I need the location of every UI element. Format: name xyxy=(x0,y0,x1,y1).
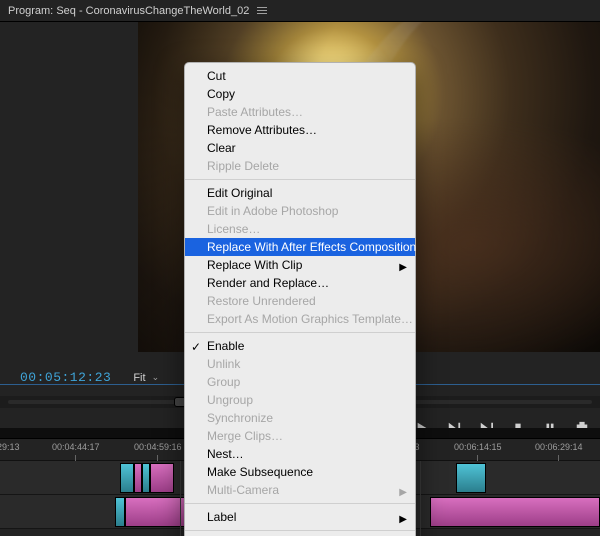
premiere-ui: Program: Seq - CoronavirusChangeTheWorld… xyxy=(0,0,600,536)
menu-item-label: Multi-Camera xyxy=(207,483,279,497)
menu-item-label: Paste Attributes… xyxy=(207,105,303,119)
menu-item-clear[interactable]: Clear xyxy=(185,139,415,157)
timeline-clip[interactable] xyxy=(120,463,134,493)
menu-item-restore-unrendered: Restore Unrendered xyxy=(185,292,415,310)
menu-item-make-subsequence[interactable]: Make Subsequence xyxy=(185,463,415,481)
menu-item-ungroup: Ungroup xyxy=(185,391,415,409)
timeline-clip[interactable] xyxy=(134,463,142,493)
menu-item-unlink: Unlink xyxy=(185,355,415,373)
menu-item-label: Nest… xyxy=(207,447,244,461)
menu-item-label: Copy xyxy=(207,87,235,101)
menu-item-merge-clips: Merge Clips… xyxy=(185,427,415,445)
menu-item-label: Edit Original xyxy=(207,186,272,200)
program-label: Program: xyxy=(8,5,53,17)
menu-item-label: Clear xyxy=(207,141,236,155)
menu-item-cut[interactable]: Cut xyxy=(185,67,415,85)
time-tick: 00:04:44:17 xyxy=(52,439,100,461)
menu-item-remove-attributes[interactable]: Remove Attributes… xyxy=(185,121,415,139)
menu-item-edit-original[interactable]: Edit Original xyxy=(185,184,415,202)
menu-item-ripple-delete: Ripple Delete xyxy=(185,157,415,175)
menu-item-replace-with-after-effects-composition[interactable]: Replace With After Effects Composition xyxy=(185,238,415,256)
menu-item-render-and-replace[interactable]: Render and Replace… xyxy=(185,274,415,292)
menu-item-enable[interactable]: ✓ Enable xyxy=(185,337,415,355)
timeline-clip[interactable] xyxy=(150,463,174,493)
sequence-name: Seq - CoronavirusChangeTheWorld_02 xyxy=(56,5,249,17)
menu-item-label: Export As Motion Graphics Template… xyxy=(207,312,413,326)
check-icon: ✓ xyxy=(191,338,201,356)
menu-item-multi-camera: Multi-Camera ▶ xyxy=(185,481,415,499)
menu-item-label[interactable]: Label ▶ xyxy=(185,508,415,526)
menu-item-label: Cut xyxy=(207,69,226,83)
menu-item-replace-with-clip[interactable]: Replace With Clip▶ xyxy=(185,256,415,274)
submenu-arrow-icon: ▶ xyxy=(399,511,407,529)
time-tick-label: 00:04:44:17 xyxy=(52,439,100,452)
menu-item-copy[interactable]: Copy xyxy=(185,85,415,103)
time-tick-label: 00:06:14:15 xyxy=(454,439,502,452)
menu-item-synchronize: Synchronize xyxy=(185,409,415,427)
menu-separator xyxy=(185,179,415,180)
menu-separator xyxy=(185,503,415,504)
menu-item-label: Group xyxy=(207,375,240,389)
timeline-clip[interactable] xyxy=(125,497,185,527)
menu-item-label: Merge Clips… xyxy=(207,429,283,443)
clip-context-menu[interactable]: Cut Copy Paste Attributes… Remove Attribute… xyxy=(184,62,416,536)
menu-item-label: Replace With Clip xyxy=(207,258,302,272)
menu-item-label: Edit in Adobe Photoshop xyxy=(207,204,338,218)
zoom-fit-dropdown[interactable]: Fit ⌄ xyxy=(133,372,159,384)
timeline-clip[interactable] xyxy=(430,497,600,527)
menu-item-label: License… xyxy=(207,222,260,236)
menu-item-label: Unlink xyxy=(207,357,240,371)
time-tick-label: 00:04:59:16 xyxy=(134,439,182,452)
time-tick-label: 00:06:29:14 xyxy=(535,439,583,452)
time-tick: 00:06:29:14 xyxy=(535,439,583,461)
chevron-down-icon: ⌄ xyxy=(152,372,160,383)
timeline-clip[interactable] xyxy=(115,497,125,527)
menu-item-paste-attributes: Paste Attributes… xyxy=(185,103,415,121)
menu-item-label: Label xyxy=(207,510,236,524)
menu-item-label: Remove Attributes… xyxy=(207,123,317,137)
time-tick: 00:06:14:15 xyxy=(454,439,502,461)
menu-item-edit-in-adobe-photoshop: Edit in Adobe Photoshop xyxy=(185,202,415,220)
time-tick: 00:04:29:13 xyxy=(0,439,20,461)
zoom-fit-label: Fit xyxy=(133,372,145,384)
menu-item-license: License… xyxy=(185,220,415,238)
submenu-arrow-icon: ▶ xyxy=(399,484,407,502)
time-tick: 00:04:59:16 xyxy=(134,439,182,461)
panel-edge xyxy=(180,461,181,536)
menu-separator xyxy=(185,530,415,531)
menu-separator xyxy=(185,332,415,333)
menu-item-label: Enable xyxy=(207,339,244,353)
menu-item-label: Ripple Delete xyxy=(207,159,279,173)
menu-item-export-as-motion-graphics-template: Export As Motion Graphics Template… xyxy=(185,310,415,328)
menu-item-group: Group xyxy=(185,373,415,391)
panel-menu-icon[interactable] xyxy=(257,7,267,14)
menu-item-label: Restore Unrendered xyxy=(207,294,316,308)
timeline-clip[interactable] xyxy=(456,463,486,493)
menu-item-label: Make Subsequence xyxy=(207,465,313,479)
menu-item-label: Ungroup xyxy=(207,393,253,407)
time-tick-label: 00:04:29:13 xyxy=(0,439,20,452)
playhead-timecode[interactable]: 00:05:12:23 xyxy=(20,370,111,385)
menu-item-label: Replace With After Effects Composition xyxy=(207,240,416,254)
timeline-clip[interactable] xyxy=(142,463,150,493)
panel-edge xyxy=(420,461,421,536)
menu-item-label: Render and Replace… xyxy=(207,276,329,290)
program-monitor-header: Program: Seq - CoronavirusChangeTheWorld… xyxy=(0,0,600,22)
menu-item-label: Synchronize xyxy=(207,411,273,425)
menu-item-nest[interactable]: Nest… xyxy=(185,445,415,463)
